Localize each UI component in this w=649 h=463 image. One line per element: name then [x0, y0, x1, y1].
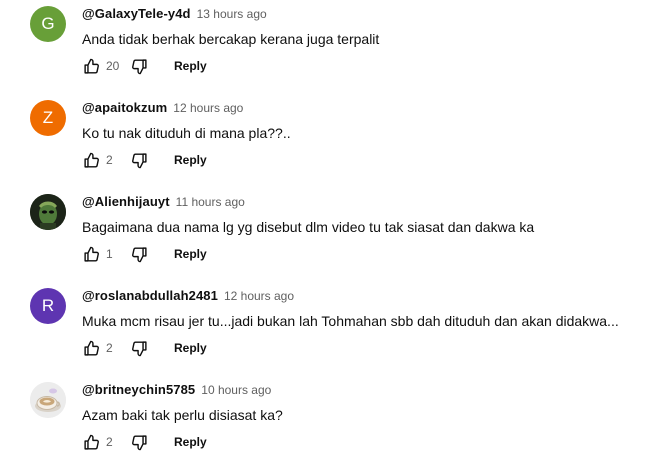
thumbs-down-icon: [131, 58, 148, 75]
dislike-button[interactable]: [130, 433, 148, 451]
avatar[interactable]: R: [30, 288, 66, 324]
reply-button[interactable]: Reply: [174, 59, 207, 73]
comment-text: Bagaimana dua nama lg yg disebut dlm vid…: [82, 219, 535, 235]
avatar-letter: Z: [42, 108, 54, 127]
like-button[interactable]: [82, 151, 100, 169]
alien-avatar-image: [30, 194, 66, 230]
like-count: 1: [106, 247, 113, 261]
like-button[interactable]: [82, 339, 100, 357]
avatar-letter: R: [41, 296, 55, 315]
like-count: 2: [106, 153, 113, 167]
coffee-avatar-image: [30, 382, 66, 418]
comment-text: Ko tu nak dituduh di mana pla??..: [82, 125, 291, 141]
comment-thread: Z @apaitokzum 12 hours ago Ko tu nak dit…: [30, 100, 640, 194]
reply-button[interactable]: Reply: [174, 153, 207, 167]
avatar[interactable]: G: [30, 6, 66, 42]
comment-timestamp[interactable]: 13 hours ago: [197, 7, 267, 21]
comment-thread: @Alienhijauyt 11 hours ago Bagaimana dua…: [30, 194, 640, 288]
dislike-button[interactable]: [130, 339, 148, 357]
like-count: 2: [106, 341, 113, 355]
comment-thread: R @roslanabdullah2481 12 hours ago Muka …: [30, 288, 640, 382]
reply-button[interactable]: Reply: [174, 247, 207, 261]
like-button[interactable]: [82, 245, 100, 263]
comment-timestamp[interactable]: 12 hours ago: [173, 101, 243, 115]
thumbs-up-icon: [83, 152, 100, 169]
comment-text: Azam baki tak perlu disiasat ka?: [82, 407, 283, 423]
thumbs-up-icon: [83, 340, 100, 357]
comment-author[interactable]: @roslanabdullah2481: [82, 288, 218, 303]
comment-thread: @britneychin5785 10 hours ago Azam baki …: [30, 382, 640, 463]
thumbs-down-icon: [131, 434, 148, 451]
like-count: 2: [106, 435, 113, 449]
comment-author[interactable]: @Alienhijauyt: [82, 194, 170, 209]
like-count: 20: [106, 59, 120, 73]
like-button[interactable]: [82, 433, 100, 451]
thumbs-down-icon: [131, 152, 148, 169]
avatar[interactable]: [30, 194, 66, 230]
reply-button[interactable]: Reply: [174, 435, 207, 449]
comment-text: Anda tidak berhak bercakap kerana juga t…: [82, 31, 380, 47]
comment-timestamp[interactable]: 10 hours ago: [201, 383, 271, 397]
thumbs-up-icon: [83, 58, 100, 75]
thumbs-down-icon: [131, 340, 148, 357]
comment-author[interactable]: @GalaxyTele-y4d: [82, 6, 191, 21]
avatar[interactable]: [30, 382, 66, 418]
thumbs-down-icon: [131, 246, 148, 263]
comment-text: Muka mcm risau jer tu...jadi bukan lah T…: [82, 313, 619, 329]
dislike-button[interactable]: [130, 151, 148, 169]
reply-button[interactable]: Reply: [174, 341, 207, 355]
thumbs-up-icon: [83, 246, 100, 263]
avatar[interactable]: Z: [30, 100, 66, 136]
dislike-button[interactable]: [130, 57, 148, 75]
comment-author[interactable]: @apaitokzum: [82, 100, 167, 115]
thumbs-up-icon: [83, 434, 100, 451]
avatar-letter: G: [41, 14, 55, 33]
comment-timestamp[interactable]: 12 hours ago: [224, 289, 294, 303]
dislike-button[interactable]: [130, 245, 148, 263]
comment-author[interactable]: @britneychin5785: [82, 382, 195, 397]
comment-timestamp[interactable]: 11 hours ago: [176, 195, 245, 209]
like-button[interactable]: [82, 57, 100, 75]
comment-thread: G @GalaxyTele-y4d 13 hours ago Anda tida…: [30, 6, 640, 100]
